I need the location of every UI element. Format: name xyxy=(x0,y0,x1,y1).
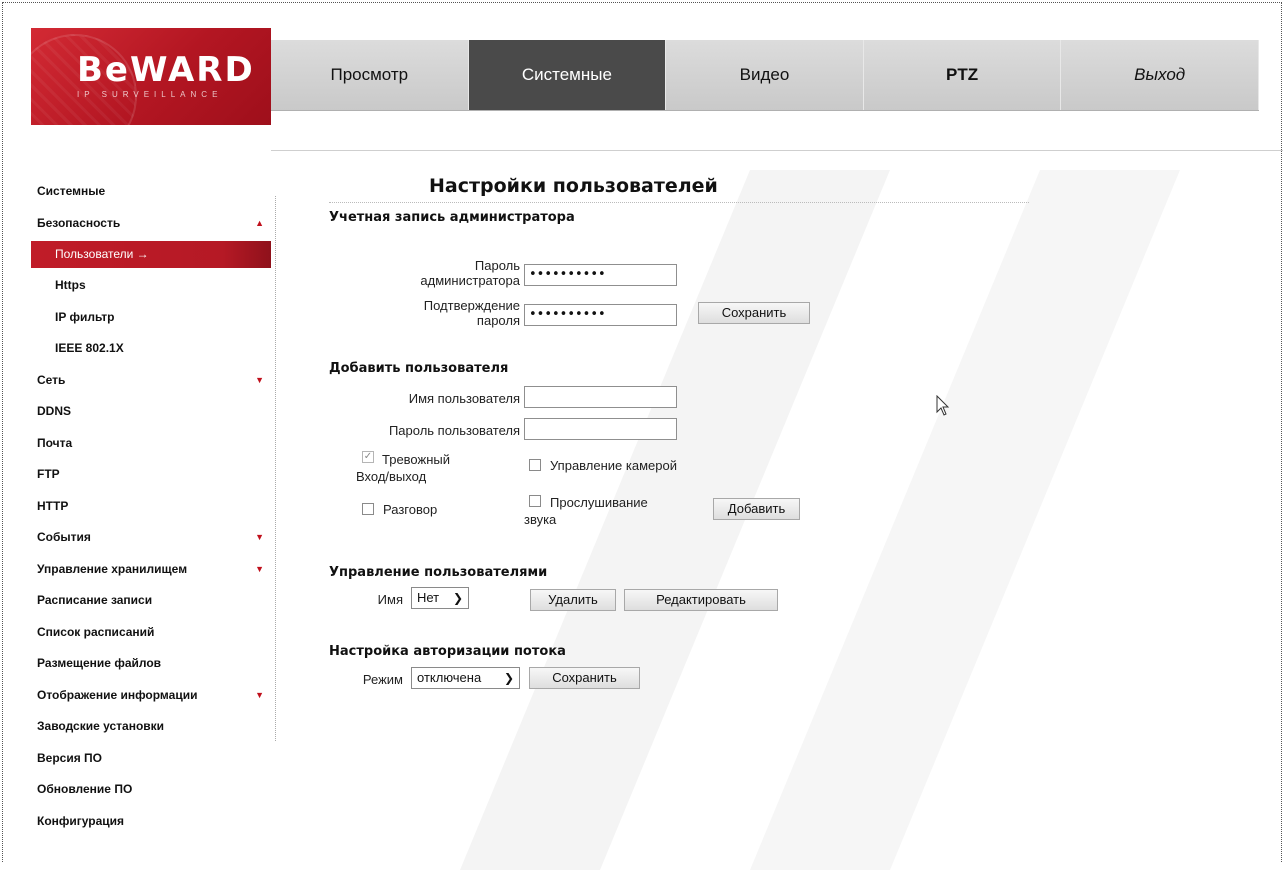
sidebar-item-record-schedule[interactable]: Расписание записи xyxy=(31,585,271,617)
sidebar-item-mail[interactable]: Почта xyxy=(31,428,271,460)
sidebar-item-label: Системные xyxy=(37,184,106,198)
delete-user-button[interactable]: Удалить xyxy=(530,589,616,611)
title-underline xyxy=(329,202,1029,203)
sidebar-item-label: События xyxy=(37,530,91,544)
sidebar-item-firmware-version[interactable]: Версия ПО xyxy=(31,743,271,775)
sidebar-item-label: FTP xyxy=(37,467,60,481)
expand-arrow-icon[interactable]: ▼ xyxy=(255,554,264,586)
top-nav: Просмотр Системные Видео PTZ Выход xyxy=(271,40,1259,111)
sidebar-item-label: Сеть xyxy=(37,372,66,387)
sidebar-item-label: Заводские установки xyxy=(37,719,165,733)
user-password-label: Пароль пользователя xyxy=(388,423,520,438)
add-user-section-title: Добавить пользователя xyxy=(329,361,509,376)
sidebar-item-label: Пользователи → xyxy=(55,247,149,261)
admin-password-field[interactable]: •••••••••• xyxy=(524,264,677,286)
talk-label: Разговор xyxy=(383,502,438,517)
logo-brand: BeWARD xyxy=(77,50,255,90)
nav-tab-logout[interactable]: Выход xyxy=(1061,40,1259,110)
expand-arrow-icon[interactable]: ▼ xyxy=(255,680,264,712)
sidebar-item-label: Https xyxy=(55,278,86,292)
camera-control-label: Управление камерой xyxy=(550,458,677,473)
alarm-io-label: Тревожный Вход/выход xyxy=(356,452,450,484)
username-label: Имя пользователя xyxy=(408,391,520,406)
sidebar-item-label: DDNS xyxy=(37,404,72,418)
user-password-input[interactable] xyxy=(524,418,677,440)
sidebar-item-system[interactable]: Системные xyxy=(31,176,271,208)
save-stream-auth-button[interactable]: Сохранить xyxy=(529,667,640,689)
listen-label: Прослушивание звука xyxy=(524,495,648,527)
expand-arrow-icon[interactable]: ▼ xyxy=(255,522,264,554)
sidebar-item-label: Конфигурация xyxy=(37,813,125,828)
sidebar: Системные Безопасность ▲ Пользователи → H… xyxy=(31,176,271,837)
mode-select-label: Режим xyxy=(362,672,403,687)
confirm-password-label: Подтверждение пароля xyxy=(423,298,520,328)
sidebar-item-label: Безопасность xyxy=(37,215,121,230)
sidebar-divider xyxy=(275,196,276,741)
sidebar-item-http[interactable]: HTTP xyxy=(31,491,271,523)
add-user-button[interactable]: Добавить xyxy=(713,498,800,520)
sidebar-item-configuration[interactable]: Конфигурация xyxy=(31,806,271,838)
name-select-label: Имя xyxy=(377,592,403,607)
sidebar-item-file-location[interactable]: Размещение файлов xyxy=(31,648,271,680)
manage-users-section-title: Управление пользователями xyxy=(329,565,548,580)
confirm-password-field[interactable]: •••••••••• xyxy=(524,304,677,326)
edit-user-button[interactable]: Редактировать xyxy=(624,589,778,611)
sidebar-item-ftp[interactable]: FTP xyxy=(31,459,271,491)
sidebar-item-label: Список расписаний xyxy=(37,624,155,639)
sidebar-item-ip-filter[interactable]: IP фильтр xyxy=(31,302,271,334)
sidebar-item-security[interactable]: Безопасность ▲ xyxy=(31,208,271,240)
camera-control-checkbox[interactable] xyxy=(529,459,541,471)
sidebar-item-label: Обновление ПО xyxy=(37,782,133,796)
sidebar-item-users[interactable]: Пользователи → xyxy=(31,241,271,268)
sidebar-item-ieee8021x[interactable]: IEEE 802.1X xyxy=(31,333,271,365)
stream-auth-mode-value: отключена xyxy=(417,670,482,685)
sidebar-item-ddns[interactable]: DDNS xyxy=(31,396,271,428)
expand-arrow-icon[interactable]: ▼ xyxy=(255,365,264,397)
sidebar-item-events[interactable]: События ▼ xyxy=(31,522,271,554)
admin-section-title: Учетная запись администратора xyxy=(329,210,575,225)
sidebar-item-schedule-list[interactable]: Список расписаний xyxy=(31,617,271,649)
sidebar-item-label: IEEE 802.1X xyxy=(55,341,124,355)
sidebar-item-firmware-update[interactable]: Обновление ПО xyxy=(31,774,271,806)
sidebar-item-network[interactable]: Сеть ▼ xyxy=(31,365,271,397)
sidebar-item-label: Управление хранилищем xyxy=(37,561,188,576)
talk-checkbox[interactable] xyxy=(362,503,374,515)
nav-tab-video[interactable]: Видео xyxy=(666,40,864,110)
stream-auth-mode-select[interactable]: отключена ❯ xyxy=(411,667,520,689)
nav-tab-system[interactable]: Системные xyxy=(468,40,667,110)
beward-logo[interactable]: BeWARD IP SURVEILLANCE xyxy=(31,28,271,125)
username-input[interactable] xyxy=(524,386,677,408)
logo-tagline: IP SURVEILLANCE xyxy=(77,90,223,99)
user-name-select[interactable]: Нет ❯ xyxy=(411,587,469,609)
collapse-arrow-icon[interactable]: ▲ xyxy=(255,208,264,240)
sidebar-item-label: Расписание записи xyxy=(37,593,153,607)
nav-tab-ptz[interactable]: PTZ xyxy=(864,40,1062,110)
chevron-down-icon: ❯ xyxy=(452,591,463,605)
sidebar-item-label: Почта xyxy=(37,435,73,450)
user-name-select-value: Нет xyxy=(417,590,440,605)
page-title: Настройки пользователей xyxy=(429,175,718,197)
save-admin-button[interactable]: Сохранить xyxy=(698,302,810,324)
sidebar-item-label: Версия ПО xyxy=(37,750,103,765)
stream-auth-section-title: Настройка авторизации потока xyxy=(329,644,566,659)
chevron-down-icon: ❯ xyxy=(503,671,514,685)
sidebar-item-label: HTTP xyxy=(37,498,69,513)
admin-password-label: Пароль администратора xyxy=(420,258,520,288)
sidebar-item-info-display[interactable]: Отображение информации ▼ xyxy=(31,680,271,712)
sidebar-item-https[interactable]: Https xyxy=(31,270,271,302)
header-divider xyxy=(271,150,1283,151)
mouse-pointer-icon xyxy=(936,395,950,416)
sidebar-item-storage[interactable]: Управление хранилищем ▼ xyxy=(31,554,271,586)
sidebar-item-label: Отображение информации xyxy=(37,687,198,702)
sidebar-item-factory-defaults[interactable]: Заводские установки xyxy=(31,711,271,743)
sidebar-item-label: Размещение файлов xyxy=(37,656,162,670)
sidebar-item-label: IP фильтр xyxy=(55,309,115,324)
nav-tab-view[interactable]: Просмотр xyxy=(271,40,469,110)
